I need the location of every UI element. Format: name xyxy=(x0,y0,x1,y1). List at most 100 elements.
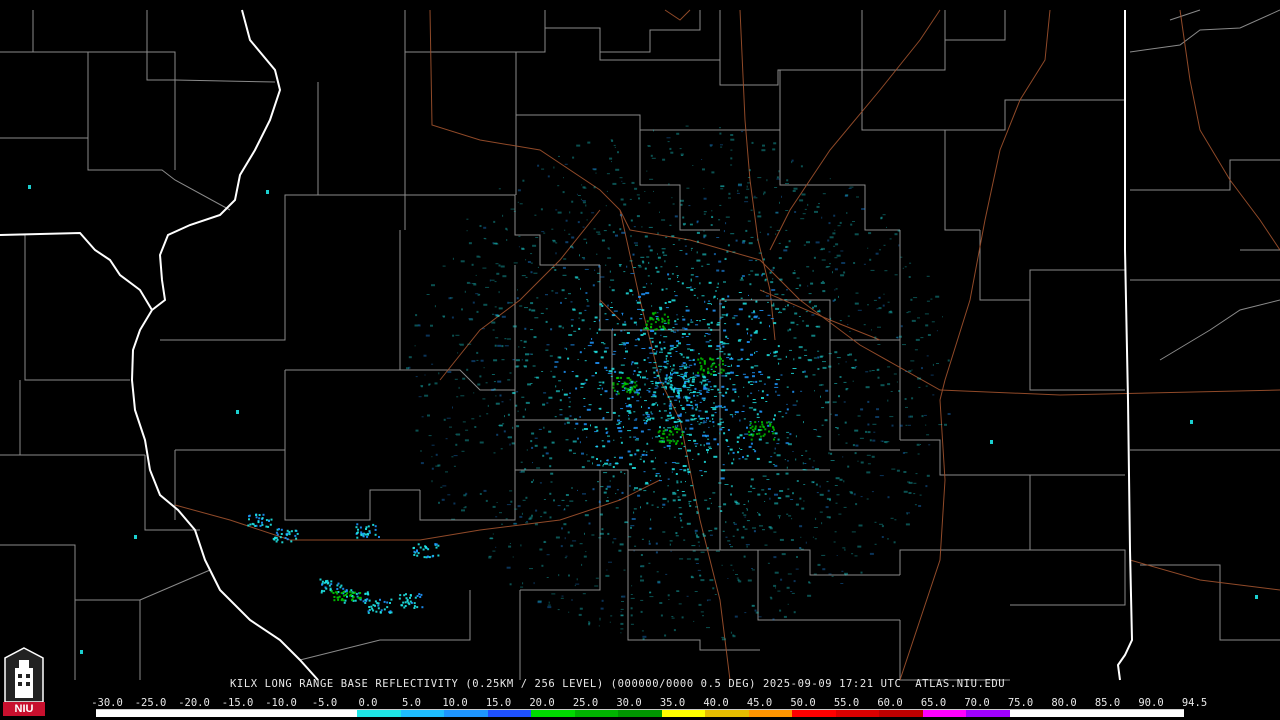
echo-speckle xyxy=(280,528,283,531)
echo-speckle xyxy=(910,298,913,301)
echo-speckle xyxy=(871,455,875,458)
echo-speckle xyxy=(883,293,885,295)
echo-speckle xyxy=(530,302,534,305)
echo-speckle xyxy=(687,440,691,441)
echo-speckle xyxy=(569,415,572,417)
echo-speckle xyxy=(781,553,786,556)
echo-speckle xyxy=(695,532,697,535)
echo-speckle xyxy=(716,269,720,272)
echo-speckle xyxy=(684,245,687,247)
echo-speckle xyxy=(701,265,704,267)
echo-speckle xyxy=(860,496,863,498)
echo-speckle xyxy=(709,358,712,361)
echo-speckle xyxy=(461,450,465,452)
echo-speckle xyxy=(825,389,829,392)
echo-speckle xyxy=(543,511,547,514)
echo-speckle xyxy=(362,535,365,538)
echo-speckle xyxy=(727,365,731,367)
echo-speckle xyxy=(664,428,667,431)
echo-speckle xyxy=(690,576,694,578)
echo-speckle xyxy=(830,460,835,461)
echo-speckle xyxy=(685,481,686,483)
echo-speckle xyxy=(562,326,564,329)
echo-speckle xyxy=(522,415,525,418)
echo-speckle xyxy=(678,448,682,450)
echo-speckle xyxy=(854,233,859,236)
echo-speckle xyxy=(679,366,683,368)
echo-speckle xyxy=(675,351,678,352)
echo-speckle xyxy=(476,310,479,313)
colorbar-tick-label: 30.0 xyxy=(616,697,642,709)
echo-speckle xyxy=(836,494,840,496)
echo-speckle xyxy=(696,512,699,514)
echo-speckle xyxy=(618,422,621,425)
echo-speckle xyxy=(686,287,691,289)
echo-speckle xyxy=(443,418,446,421)
echo-speckle xyxy=(779,490,784,492)
echo-speckle xyxy=(779,310,781,312)
echo-speckle xyxy=(492,505,496,508)
echo-speckle xyxy=(336,588,339,590)
echo-speckle xyxy=(808,359,813,362)
echo-speckle xyxy=(713,395,717,397)
echo-speckle xyxy=(578,278,580,280)
echo-speckle xyxy=(415,376,418,378)
echo-speckle xyxy=(652,468,656,470)
echo-speckle xyxy=(761,397,764,399)
echo-speckle xyxy=(784,459,786,461)
echo-speckle xyxy=(750,353,753,356)
echo-speckle xyxy=(706,449,709,451)
echo-speckle xyxy=(768,526,772,528)
echo-speckle xyxy=(667,500,669,503)
echo-speckle xyxy=(865,430,867,433)
echo-speckle xyxy=(730,485,733,488)
echo-speckle xyxy=(501,315,506,318)
echo-speckle xyxy=(579,416,581,418)
echo-speckle xyxy=(781,195,782,198)
echo-speckle xyxy=(462,377,466,380)
colorbar-tick-label: 0.0 xyxy=(358,697,378,709)
echo-speckle xyxy=(648,540,650,543)
echo-speckle xyxy=(493,220,496,223)
echo-speckle xyxy=(690,321,694,323)
echo-speckle xyxy=(718,260,722,263)
echo-speckle xyxy=(690,288,694,291)
echo-speckle xyxy=(754,273,759,276)
echo-speckle xyxy=(637,264,641,266)
echo-speckle xyxy=(686,404,691,406)
echo-speckle xyxy=(787,573,792,575)
echo-speckle xyxy=(636,400,640,402)
colorbar-swatch xyxy=(183,710,227,717)
echo-speckle xyxy=(810,282,814,285)
echo-speckle xyxy=(466,218,469,220)
echo-speckle xyxy=(629,382,634,384)
echo-speckle xyxy=(740,449,743,450)
echo-speckle xyxy=(736,440,739,443)
echo-speckle xyxy=(891,468,896,470)
echo-speckle xyxy=(615,493,617,495)
echo-speckle xyxy=(657,319,660,322)
echo-speckle xyxy=(568,574,570,577)
echo-speckle xyxy=(681,431,684,434)
echo-speckle xyxy=(613,538,617,540)
echo-speckle xyxy=(604,347,609,349)
echo-speckle xyxy=(813,460,815,462)
echo-speckle xyxy=(272,537,275,540)
echo-speckle xyxy=(819,485,821,488)
echo-speckle xyxy=(644,235,648,238)
echo-speckle xyxy=(698,423,701,425)
echo-speckle xyxy=(840,274,845,277)
echo-speckle xyxy=(870,269,875,271)
echo-speckle xyxy=(846,388,849,390)
echo-speckle xyxy=(793,580,796,583)
echo-speckle xyxy=(829,236,834,239)
echo-speckle xyxy=(903,471,907,473)
echo-speckle xyxy=(774,350,778,353)
colorbar-swatch xyxy=(705,710,749,717)
echo-speckle xyxy=(635,300,637,302)
echo-speckle xyxy=(899,335,902,338)
echo-speckle xyxy=(883,244,886,246)
echo-speckle xyxy=(686,387,691,389)
echo-speckle xyxy=(825,506,829,509)
echo-speckle xyxy=(431,480,433,483)
